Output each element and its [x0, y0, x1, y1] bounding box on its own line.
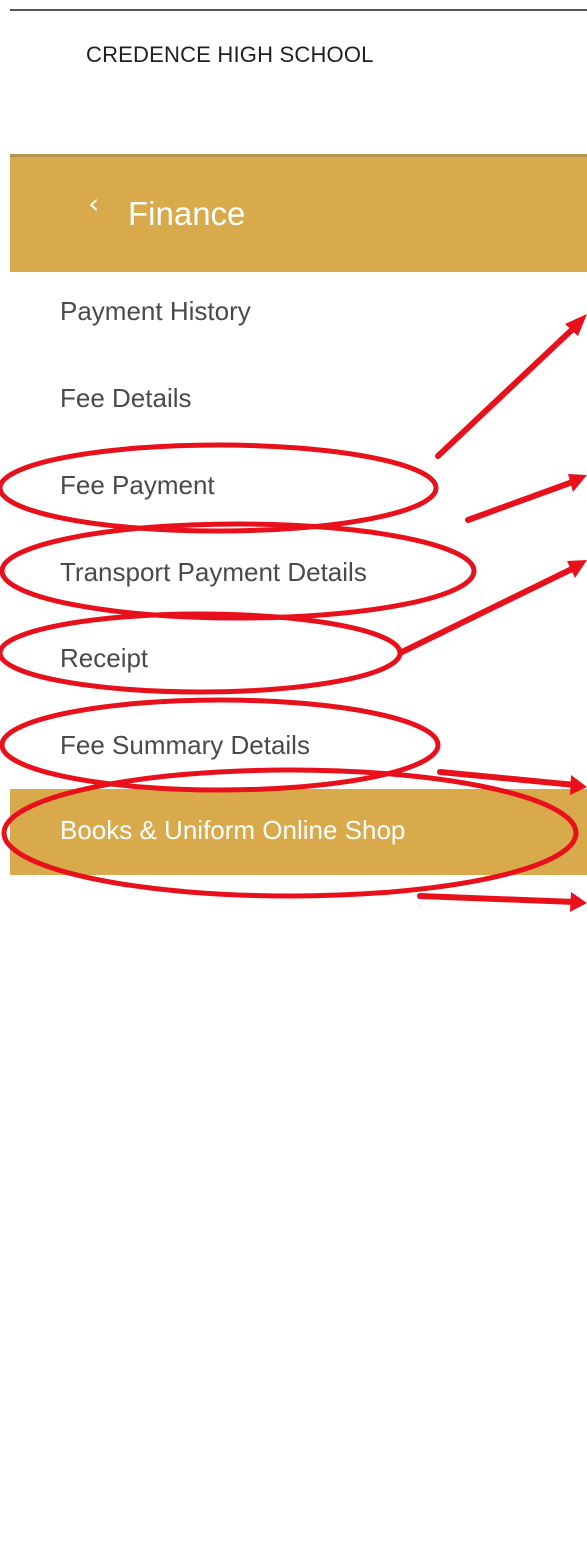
chevron-left-icon[interactable]: ‹: [88, 187, 99, 220]
annotation-arrowhead: [570, 892, 587, 912]
section-title: Finance: [128, 195, 246, 232]
menu-item-fee-details[interactable]: Fee Details: [60, 383, 192, 414]
menu-item-fee-summary-details[interactable]: Fee Summary Details: [60, 730, 310, 761]
school-name: CREDENCE HIGH SCHOOL: [86, 42, 374, 67]
annotation-arrow-line: [435, 321, 581, 459]
annotation-arrow-line: [465, 477, 581, 523]
annotation-arrowhead: [565, 314, 587, 336]
menu-item-receipt[interactable]: Receipt: [60, 643, 148, 674]
menu-item-payment-history[interactable]: Payment History: [60, 296, 251, 327]
menu-item-books-uniform-shop[interactable]: Books & Uniform Online Shop: [10, 789, 587, 875]
annotation-arrowhead: [567, 560, 587, 578]
annotation-arrow-line: [417, 893, 578, 905]
finance-section-header[interactable]: ‹ Finance: [10, 154, 587, 272]
top-divider: [10, 9, 587, 11]
annotation-arrow-line: [399, 563, 581, 655]
menu-item-label: Books & Uniform Online Shop: [60, 815, 406, 845]
menu-item-transport-payment-details[interactable]: Transport Payment Details: [60, 557, 367, 588]
annotation-arrowhead: [568, 474, 587, 492]
annotation-arrow-line: [437, 769, 578, 788]
menu-item-fee-payment[interactable]: Fee Payment: [60, 470, 215, 501]
